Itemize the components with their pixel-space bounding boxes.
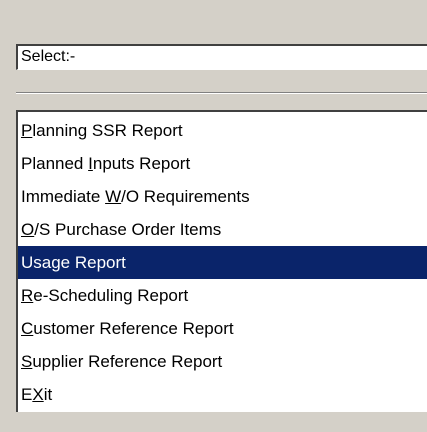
menu-item-mnemonic: S bbox=[21, 352, 33, 371]
menu-item-exit[interactable]: EXit bbox=[18, 378, 427, 411]
menu-item-text-post: it bbox=[43, 385, 53, 404]
menu-item-text-post: nputs Report bbox=[92, 154, 191, 173]
menu-item-text-pre: Immediate bbox=[21, 187, 106, 206]
menu-item-customer-reference-report[interactable]: Customer Reference Report bbox=[18, 312, 427, 345]
separator bbox=[16, 92, 427, 94]
menu-item-text-post: e-Scheduling Report bbox=[33, 286, 189, 305]
menu-item-mnemonic: P bbox=[21, 121, 33, 140]
menu-item-mnemonic: R bbox=[21, 286, 34, 305]
select-prompt-label: Select:- bbox=[16, 44, 427, 70]
menu-item-text-post: ustomer Reference Report bbox=[33, 319, 234, 338]
menu-item-planned-inputs-report[interactable]: Planned Inputs Report bbox=[18, 147, 427, 180]
menu-item-mnemonic: X bbox=[32, 385, 44, 404]
menu-item-rescheduling-report[interactable]: Re-Scheduling Report bbox=[18, 279, 427, 312]
menu-item-usage-report[interactable]: Usage Report bbox=[18, 246, 427, 279]
menu-item-immediate-wo-requirements[interactable]: Immediate W/O Requirements bbox=[18, 180, 427, 213]
menu-item-mnemonic: W bbox=[105, 187, 122, 206]
menu-item-os-purchase-order-items[interactable]: O/S Purchase Order Items bbox=[18, 213, 427, 246]
menu-item-mnemonic: C bbox=[21, 319, 34, 338]
menu-item-text-pre: Planned bbox=[21, 154, 89, 173]
report-menu: Planning SSR Report Planned Inputs Repor… bbox=[16, 110, 427, 412]
menu-item-text-post: upplier Reference Report bbox=[32, 352, 223, 371]
menu-item-mnemonic: O bbox=[21, 220, 35, 239]
menu-item-text-pre: Usage Report bbox=[21, 253, 126, 272]
menu-item-text-post: /O Requirements bbox=[121, 187, 250, 206]
menu-item-text-post: lanning SSR Report bbox=[32, 121, 183, 140]
menu-item-supplier-reference-report[interactable]: Supplier Reference Report bbox=[18, 345, 427, 378]
menu-item-text-post: /S Purchase Order Items bbox=[34, 220, 222, 239]
menu-item-text-pre: E bbox=[21, 385, 33, 404]
menu-item-planning-ssr-report[interactable]: Planning SSR Report bbox=[18, 114, 427, 147]
